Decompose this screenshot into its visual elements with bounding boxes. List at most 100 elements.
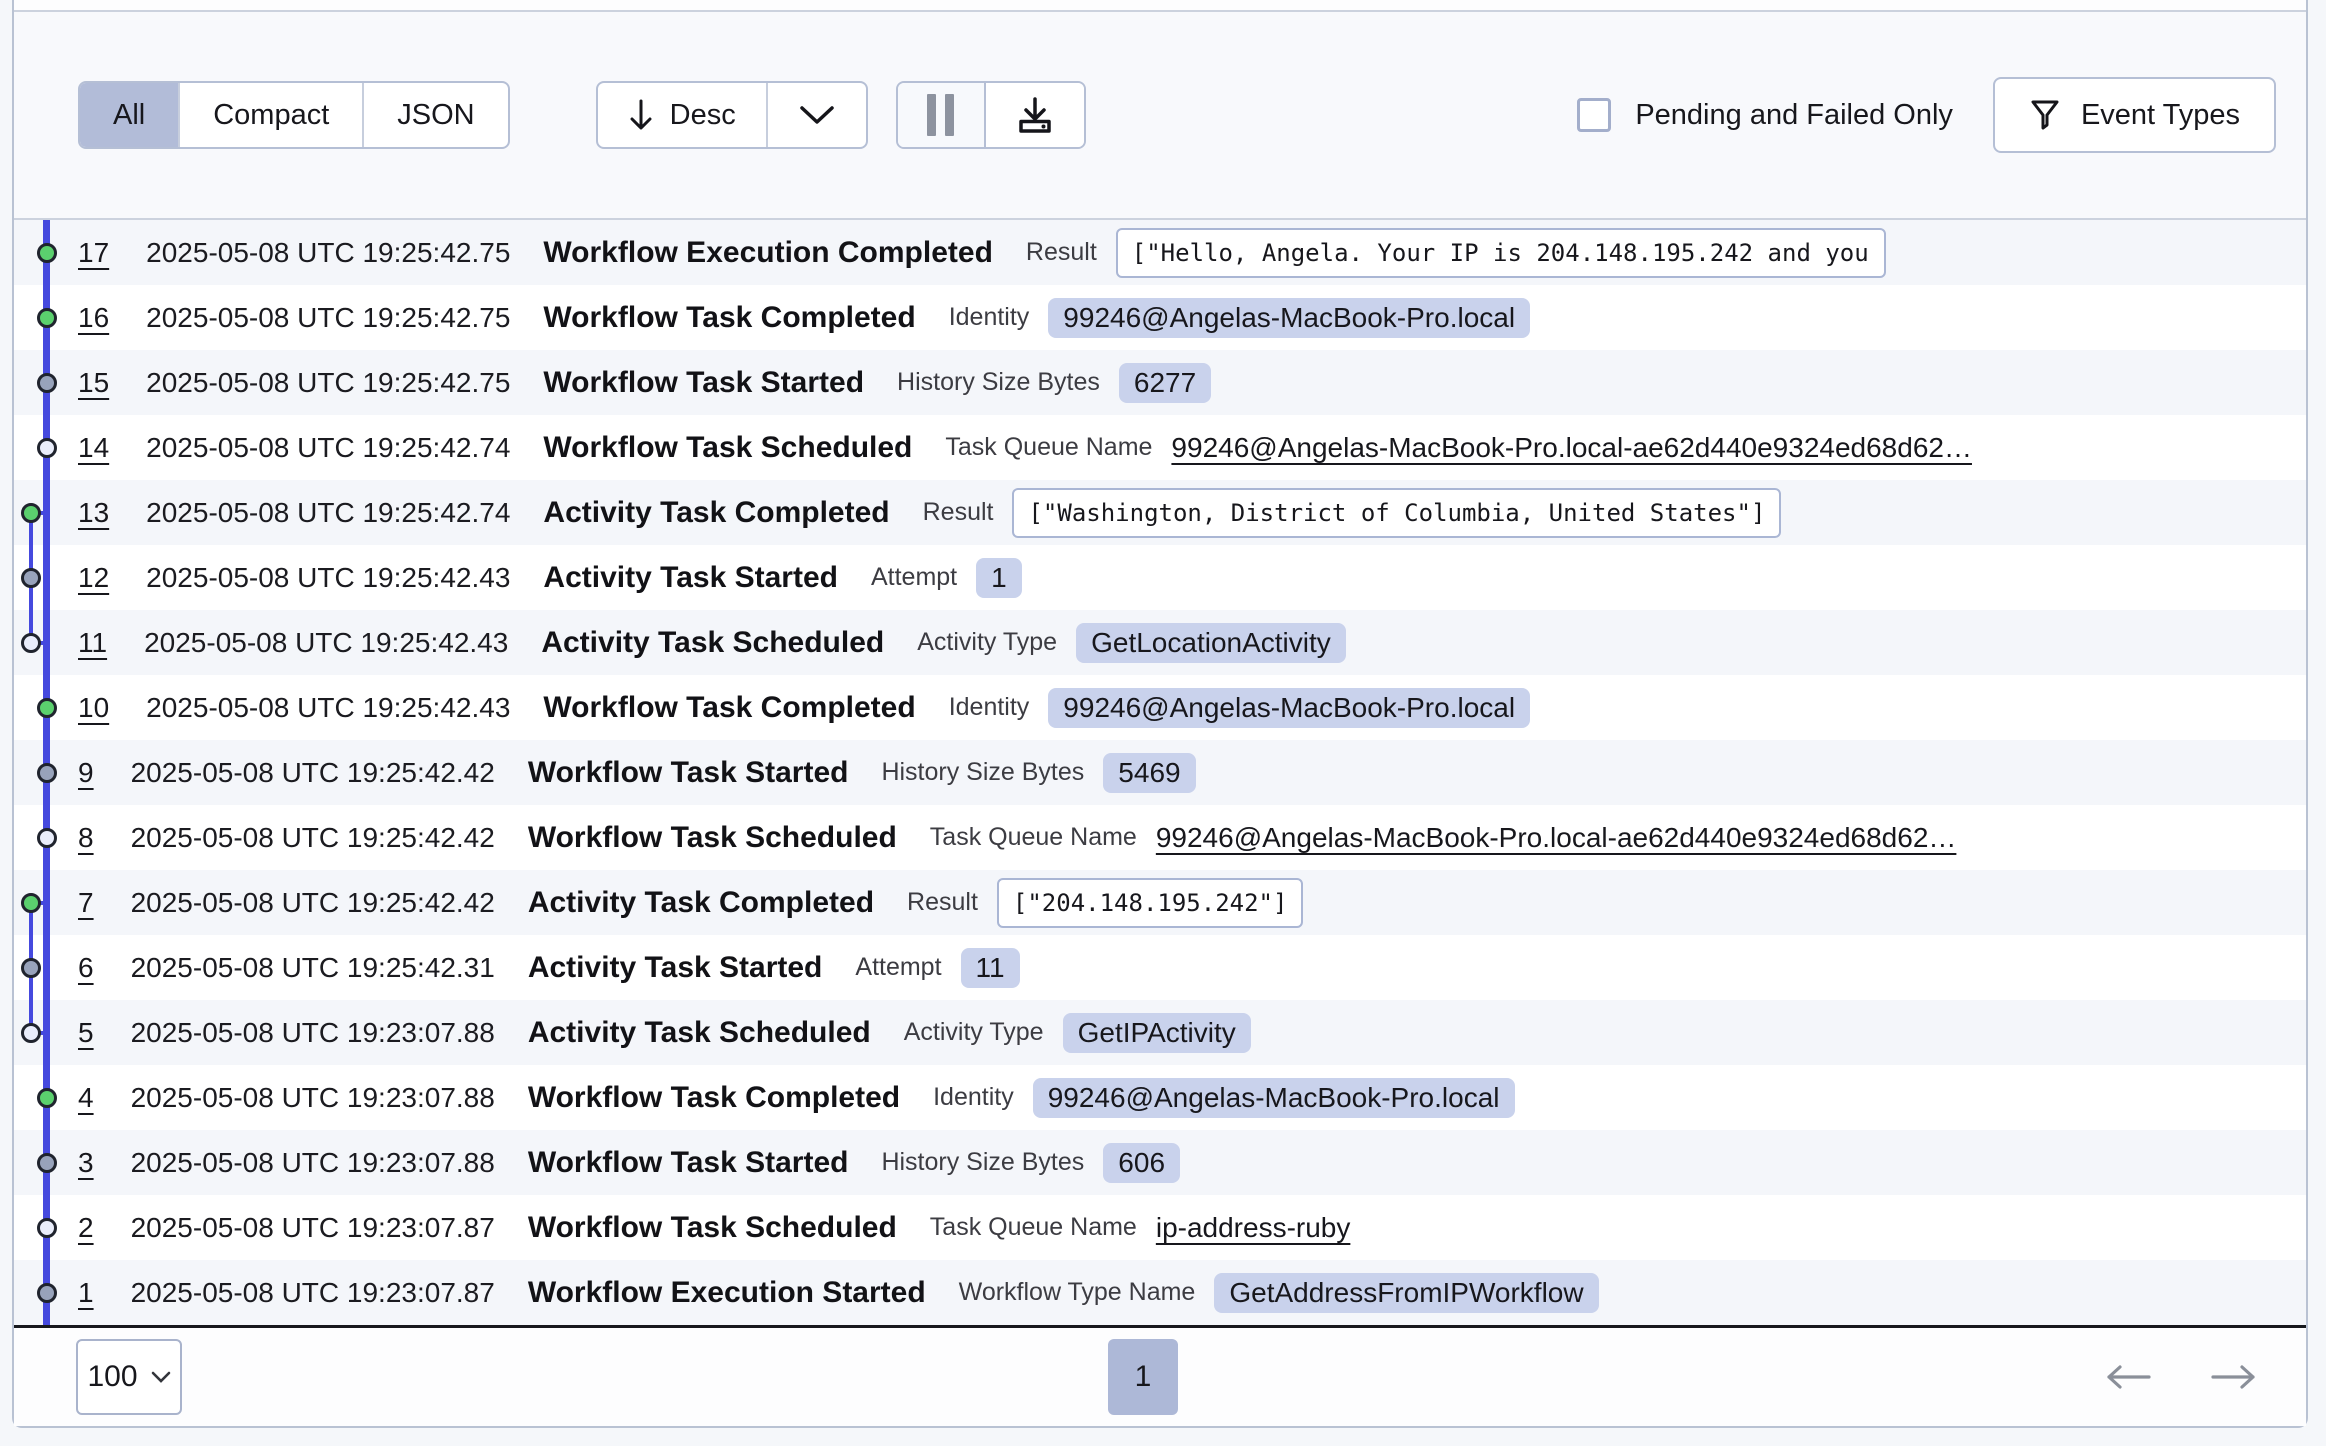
event-row[interactable]: 32025-05-08 UTC 19:23:07.88Workflow Task…	[14, 1130, 2306, 1195]
previous-page-button[interactable]	[2104, 1364, 2152, 1390]
event-id-link[interactable]: 13	[78, 497, 109, 529]
event-timestamp: 2025-05-08 UTC 19:23:07.88	[131, 1147, 495, 1179]
event-id-link[interactable]: 7	[78, 887, 94, 919]
pending-failed-checkbox[interactable]	[1577, 98, 1611, 132]
event-name: Activity Task Completed	[528, 886, 874, 920]
sort-control: Desc	[596, 81, 868, 149]
event-status-dot-started	[37, 373, 57, 393]
event-name: Workflow Task Scheduled	[543, 431, 912, 465]
event-result-code: ["Hello, Angela. Your IP is 204.148.195.…	[1116, 228, 1886, 278]
event-id-link[interactable]: 1	[78, 1277, 94, 1309]
tab-compact[interactable]: Compact	[178, 83, 362, 147]
event-row[interactable]: 82025-05-08 UTC 19:25:42.42Workflow Task…	[14, 805, 2306, 870]
event-detail-label: Workflow Type Name	[959, 1278, 1196, 1307]
event-status-dot-completed	[21, 893, 41, 913]
event-timestamp: 2025-05-08 UTC 19:23:07.87	[131, 1212, 495, 1244]
event-detail-label: Identity	[933, 1083, 1014, 1112]
sort-menu-button[interactable]	[766, 83, 866, 147]
event-status-dot-scheduled	[37, 1218, 57, 1238]
event-row[interactable]: 9 2025-05-08 UTC 19:25:42.42 Workflow Task…	[14, 740, 2306, 805]
event-id-link[interactable]: 11	[78, 627, 107, 659]
event-id-link[interactable]: 3	[78, 1147, 94, 1179]
event-timestamp: 2025-05-08 UTC 19:25:42.43	[144, 627, 508, 659]
event-timestamp: 2025-05-08 UTC 19:25:42.74	[146, 432, 510, 464]
event-detail-label: History Size Bytes	[897, 368, 1100, 397]
event-id-link[interactable]: 10	[78, 692, 109, 724]
pagination-bar: 100 1	[14, 1328, 2306, 1426]
event-row[interactable]: 122025-05-08 UTC 19:25:42.43Activity Tas…	[14, 545, 2306, 610]
event-detail-label: History Size Bytes	[881, 1148, 1084, 1177]
event-name: Activity Task Started	[528, 951, 823, 985]
page-size-select[interactable]: 100	[76, 1339, 182, 1415]
event-id-link[interactable]: 2	[78, 1212, 94, 1244]
event-row[interactable]: 52025-05-08 UTC 19:23:07.88Activity Task…	[14, 1000, 2306, 1065]
event-detail-badge: GetAddressFromIPWorkflow	[1214, 1273, 1598, 1313]
current-page-button[interactable]: 1	[1108, 1339, 1178, 1415]
event-id-link[interactable]: 16	[78, 302, 109, 334]
sort-order-button[interactable]: Desc	[598, 83, 766, 147]
event-detail-label: Task Queue Name	[945, 433, 1152, 462]
event-timestamp: 2025-05-08 UTC 19:25:42.74	[146, 497, 510, 529]
event-row[interactable]: 152025-05-08 UTC 19:25:42.75Workflow Tas…	[14, 350, 2306, 415]
event-row[interactable]: 172025-05-08 UTC 19:25:42.75Workflow Exe…	[14, 220, 2306, 285]
event-id-link[interactable]: 12	[78, 562, 109, 594]
event-types-label: Event Types	[2081, 99, 2240, 132]
event-detail-label: Result	[923, 498, 994, 527]
event-detail-badge: 5469	[1103, 753, 1195, 793]
event-id-link[interactable]: 15	[78, 367, 109, 399]
event-row[interactable]: 10 2025-05-08 UTC 19:25:42.43 Workflow Tas…	[14, 675, 2306, 740]
event-row[interactable]: 162025-05-08 UTC 19:25:42.75Workflow Tas…	[14, 285, 2306, 350]
event-detail-label: Task Queue Name	[930, 1213, 1137, 1242]
event-row[interactable]: 72025-05-08 UTC 19:25:42.42Activity Task…	[14, 870, 2306, 935]
page-size-value: 100	[87, 1360, 137, 1394]
event-timestamp: 2025-05-08 UTC 19:23:07.87	[131, 1277, 495, 1309]
event-id-link[interactable]: 14	[78, 432, 109, 464]
event-types-filter-button[interactable]: Event Types	[1993, 77, 2276, 153]
event-status-dot-started	[21, 568, 41, 588]
event-id-link[interactable]: 4	[78, 1082, 94, 1114]
event-status-dot-started	[37, 1153, 57, 1173]
event-name: Workflow Task Scheduled	[528, 1211, 897, 1245]
event-id-link[interactable]: 8	[78, 822, 94, 854]
arrow-right-icon	[2210, 1364, 2258, 1390]
arrow-left-icon	[2104, 1364, 2152, 1390]
event-row[interactable]: 11 2025-05-08 UTC 19:25:42.43 Activity Tas…	[14, 610, 2306, 675]
pause-icon	[927, 94, 936, 136]
event-id-link[interactable]: 6	[78, 952, 94, 984]
event-detail-badge: 99246@Angelas-MacBook-Pro.local	[1048, 298, 1530, 338]
view-mode-tabs: All Compact JSON	[78, 81, 510, 149]
event-timestamp: 2025-05-08 UTC 19:25:42.42	[131, 822, 495, 854]
event-row[interactable]: 12025-05-08 UTC 19:23:07.87Workflow Exec…	[14, 1260, 2306, 1325]
event-timestamp: 2025-05-08 UTC 19:25:42.43	[146, 692, 510, 724]
tab-all[interactable]: All	[80, 83, 178, 147]
arrow-down-icon	[628, 97, 654, 133]
pause-button[interactable]	[898, 83, 984, 147]
event-detail-link[interactable]: 99246@Angelas-MacBook-Pro.local-ae62d440…	[1171, 432, 1972, 464]
event-detail-link[interactable]: 99246@Angelas-MacBook-Pro.local-ae62d440…	[1156, 822, 1957, 854]
event-timestamp: 2025-05-08 UTC 19:25:42.42	[131, 757, 495, 789]
event-row[interactable]: 42025-05-08 UTC 19:23:07.88Workflow Task…	[14, 1065, 2306, 1130]
sort-order-label: Desc	[670, 99, 736, 132]
event-name: Workflow Task Completed	[528, 1081, 900, 1115]
event-row[interactable]: 62025-05-08 UTC 19:25:42.31Activity Task…	[14, 935, 2306, 1000]
event-id-link[interactable]: 17	[78, 237, 109, 269]
tab-json[interactable]: JSON	[362, 83, 507, 147]
event-id-link[interactable]: 5	[78, 1017, 94, 1049]
event-id-link[interactable]: 9	[78, 757, 94, 789]
event-row[interactable]: 2 2025-05-08 UTC 19:23:07.87 Workflow Task…	[14, 1195, 2306, 1260]
event-row[interactable]: 13 2025-05-08 UTC 19:25:42.74 Activity Tas…	[14, 480, 2306, 545]
next-page-button[interactable]	[2210, 1364, 2258, 1390]
event-name: Workflow Task Started	[528, 756, 849, 790]
filter-funnel-icon	[2029, 98, 2061, 132]
event-row[interactable]: 14 2025-05-08 UTC 19:25:42.74 Workflow Tas…	[14, 415, 2306, 480]
event-name: Workflow Task Completed	[543, 691, 915, 725]
event-detail-label: History Size Bytes	[881, 758, 1084, 787]
event-detail-link[interactable]: ip-address-ruby	[1156, 1212, 1351, 1244]
download-button[interactable]	[984, 83, 1084, 147]
event-detail-label: Activity Type	[917, 628, 1057, 657]
event-name: Activity Task Scheduled	[541, 626, 884, 660]
event-name: Activity Task Completed	[543, 496, 889, 530]
event-detail-label: Attempt	[871, 563, 957, 592]
event-status-dot-completed	[37, 1088, 57, 1108]
event-status-dot-completed	[21, 503, 41, 523]
